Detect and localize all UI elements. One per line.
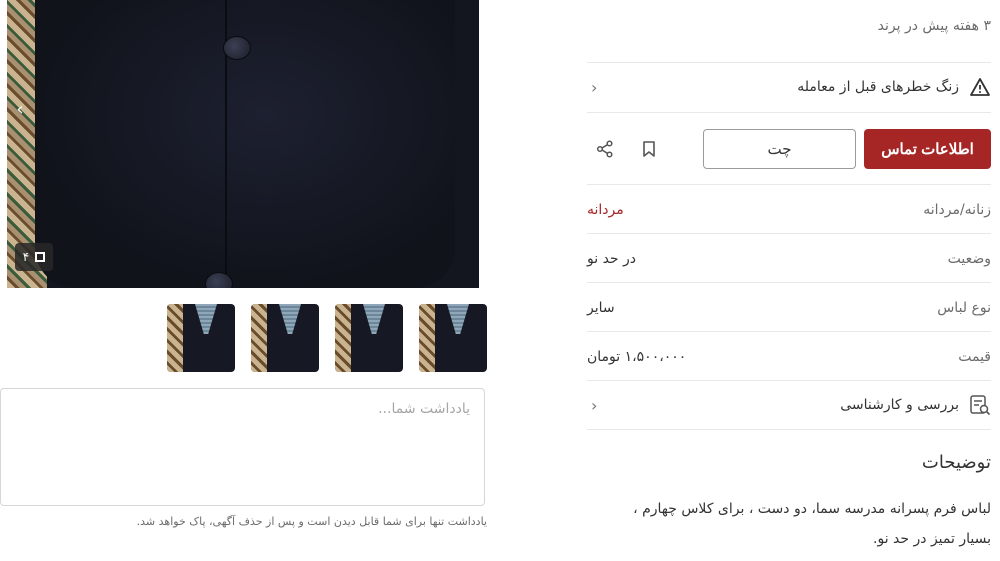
warning-link[interactable]: زنگ خطرهای قبل از معامله ‹	[587, 62, 991, 111]
attribute-value: در حد نو	[587, 250, 637, 267]
warning-icon	[970, 78, 990, 96]
thumbnail-pattern	[251, 304, 267, 372]
photo-count-badge[interactable]: ۴	[15, 243, 53, 271]
attribute-key: وضعیت	[947, 250, 991, 267]
attribute-key: زنانه/مردانه	[923, 201, 991, 218]
review-link[interactable]: بررسی و کارشناسی ‹	[587, 380, 991, 430]
bookmark-icon[interactable]	[631, 131, 667, 167]
jacket-button	[223, 36, 251, 60]
thumbnail-pattern	[167, 304, 183, 372]
note-input[interactable]	[0, 388, 485, 506]
chevron-left-icon: ‹	[591, 395, 598, 415]
thumbnail-pattern	[335, 304, 351, 372]
chevron-left-icon[interactable]: ‹	[12, 98, 28, 122]
attribute-row-gender: زنانه/مردانه مردانه	[587, 184, 991, 234]
chevron-left-icon: ‹	[591, 77, 598, 97]
action-bar: اطلاعات تماس چت	[587, 112, 991, 185]
expand-icon	[35, 252, 46, 262]
thumbnail-collar	[363, 304, 385, 334]
attribute-row-price: قیمت ۱،۵۰۰،۰۰۰ تومان	[587, 331, 991, 381]
description-title: توضیحات	[921, 452, 991, 473]
attribute-key: قیمت	[958, 348, 991, 365]
photo-count-value: ۴	[22, 250, 30, 264]
warning-label: زنگ خطرهای قبل از معامله	[797, 79, 959, 95]
inspection-icon	[970, 395, 991, 416]
price-value: ۱،۵۰۰،۰۰۰ تومان	[587, 348, 687, 365]
attribute-value: سایر	[587, 299, 615, 316]
attribute-row-type: نوع لباس سایر	[587, 282, 991, 332]
thumbnail[interactable]	[335, 304, 403, 372]
thumbnail[interactable]	[419, 304, 487, 372]
review-label: بررسی و کارشناسی	[840, 397, 959, 413]
thumbnail-pattern	[419, 304, 435, 372]
thumbnail[interactable]	[167, 304, 235, 372]
thumbnail-collar	[195, 304, 217, 334]
description-line: بسیار تمیز در حد نو.	[873, 531, 991, 547]
chat-button[interactable]: چت	[703, 129, 856, 169]
thumbnail-collar	[279, 304, 301, 334]
thumbnail[interactable]	[251, 304, 319, 372]
description-line: لباس فرم پسرانه مدرسه سما، دو دست ، برای…	[633, 501, 991, 517]
main-photo[interactable]: ‹ ۴	[7, 0, 479, 288]
share-icon[interactable]	[587, 131, 623, 167]
attribute-key: نوع لباس	[937, 299, 991, 316]
attribute-row-condition: وضعیت در حد نو	[587, 233, 991, 283]
posted-time: ۳ هفته پیش در پرند	[877, 18, 991, 34]
note-hint: یادداشت تنها برای شما قابل دیدن است و پس…	[136, 515, 487, 528]
description-body: لباس فرم پسرانه مدرسه سما، دو دست ، برای…	[587, 494, 991, 554]
attribute-value[interactable]: مردانه	[587, 202, 624, 218]
thumbnail-collar	[447, 304, 469, 334]
contact-info-button[interactable]: اطلاعات تماس	[864, 129, 991, 169]
